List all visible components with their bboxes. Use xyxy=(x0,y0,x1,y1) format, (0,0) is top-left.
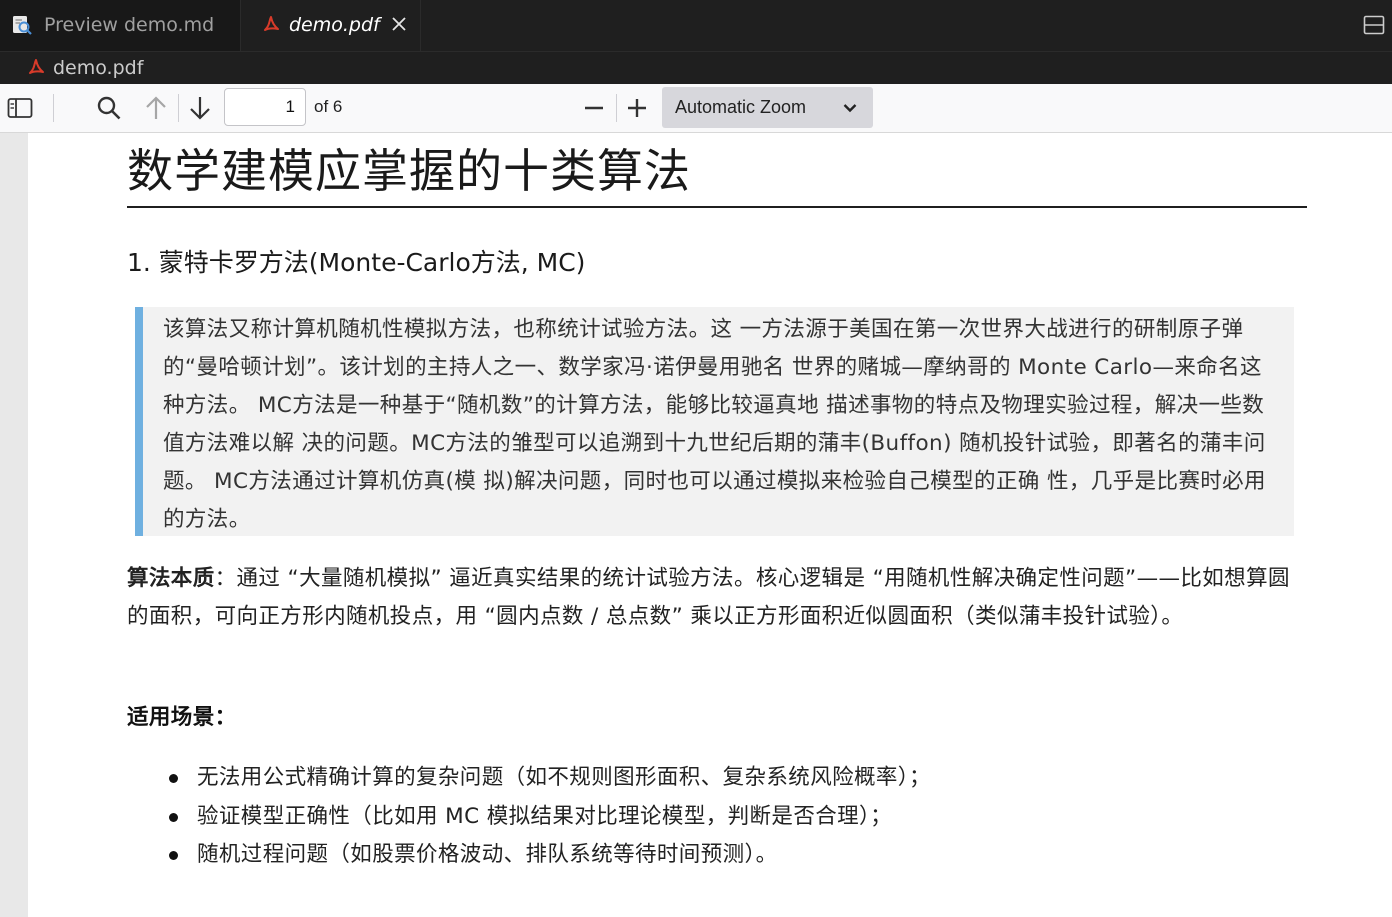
tab-demo-pdf[interactable]: demo.pdf xyxy=(241,0,421,51)
minus-icon[interactable] xyxy=(580,94,608,122)
toolbar-divider xyxy=(53,94,54,122)
pdf-viewer-container[interactable]: 数学建模应掌握的十类算法 1. 蒙特卡罗方法(Monte-Carlo方法, MC… xyxy=(0,133,1392,917)
arrow-up-icon[interactable] xyxy=(142,94,170,122)
toolbar-divider xyxy=(616,94,617,122)
pdf-icon xyxy=(29,59,44,74)
scenarios-heading: 适用场景： xyxy=(127,705,237,730)
essence-text: ：通过 “大量随机模拟” 逼近真实结果的统计试验方法。核心逻辑是 “用随机性解决… xyxy=(127,566,1290,629)
pdf-icon xyxy=(264,16,279,31)
tab-label: Preview demo.md xyxy=(44,14,215,36)
toggle-panel-layout-icon[interactable] xyxy=(1362,13,1386,37)
title-divider xyxy=(127,206,1307,208)
breadcrumb: demo.pdf xyxy=(0,52,1392,84)
editor-tab-bar: Preview demo.md demo.pdf xyxy=(0,0,1392,52)
blockquote-text: 该算法又称计算机随机性模拟方法，也称统计试验方法。这 一方法源于美国在第一次世界… xyxy=(163,317,1266,532)
blockquote: 该算法又称计算机随机性模拟方法，也称统计试验方法。这 一方法源于美国在第一次世界… xyxy=(135,307,1294,536)
plus-icon[interactable] xyxy=(623,94,651,122)
page-count-label: of 6 xyxy=(314,97,343,116)
scenarios-list: 无法用公式精确计算的复杂问题（如不规则图形面积、复杂系统风险概率）； 验证模型正… xyxy=(127,759,931,875)
essence-label: 算法本质 xyxy=(127,566,215,591)
tab-preview-demo-md[interactable]: Preview demo.md xyxy=(0,0,241,51)
toolbar-divider xyxy=(178,94,179,122)
search-icon[interactable] xyxy=(95,94,123,122)
page-number-input[interactable] xyxy=(224,88,306,126)
document-title: 数学建模应掌握的十类算法 xyxy=(127,144,691,198)
list-item: 无法用公式精确计算的复杂问题（如不规则图形面积、复杂系统风险概率）； xyxy=(127,759,931,798)
close-icon[interactable] xyxy=(387,12,411,36)
pdf-page: 数学建模应掌握的十类算法 1. 蒙特卡罗方法(Monte-Carlo方法, MC… xyxy=(28,133,1392,917)
zoom-select[interactable]: Automatic Zoom xyxy=(662,87,873,128)
preview-icon xyxy=(13,16,32,35)
breadcrumb-item-demo-pdf[interactable]: demo.pdf xyxy=(53,57,143,79)
zoom-select-value: Automatic Zoom xyxy=(675,97,807,117)
arrow-down-icon[interactable] xyxy=(186,94,214,122)
chevron-down-icon xyxy=(843,104,857,113)
sidebar-toggle-icon[interactable] xyxy=(6,94,34,122)
essence-paragraph: 算法本质：通过 “大量随机模拟” 逼近真实结果的统计试验方法。核心逻辑是 “用随… xyxy=(127,560,1307,636)
section-heading: 1. 蒙特卡罗方法(Monte-Carlo方法, MC) xyxy=(127,248,586,277)
list-item: 验证模型正确性（比如用 MC 模拟结果对比理论模型，判断是否合理）； xyxy=(127,798,931,837)
list-item: 随机过程问题（如股票价格波动、排队系统等待时间预测）。 xyxy=(127,836,931,875)
tab-label: demo.pdf xyxy=(289,14,380,36)
